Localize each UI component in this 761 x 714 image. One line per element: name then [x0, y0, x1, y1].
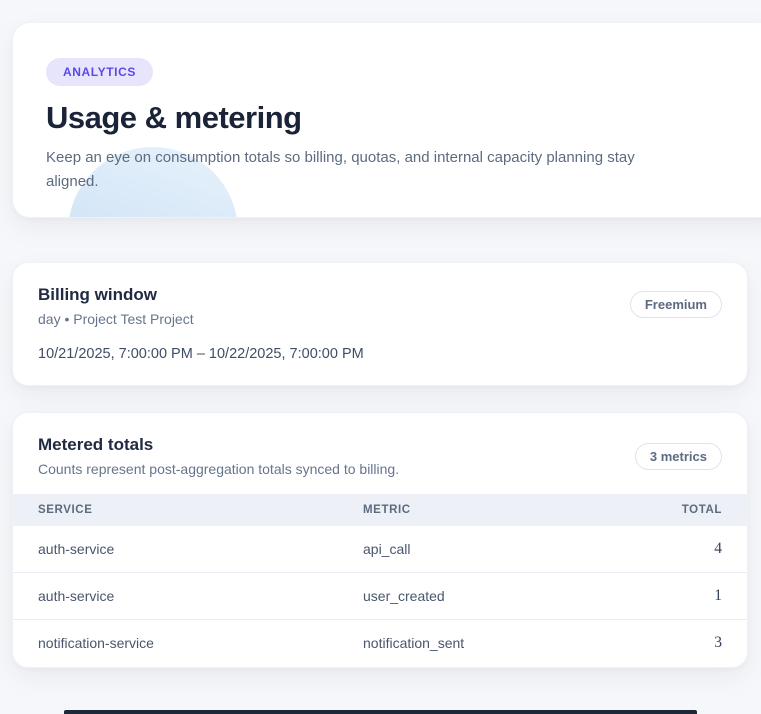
cell-metric: user_created: [338, 573, 588, 620]
analytics-badge: ANALYTICS: [46, 58, 153, 86]
page-title: Usage & metering: [46, 100, 761, 136]
cell-metric: notification_sent: [338, 620, 588, 667]
page: ANALYTICS Usage & metering Keep an eye o…: [0, 0, 761, 714]
metered-totals-subtitle: Counts represent post-aggregation totals…: [38, 461, 722, 477]
billing-window-title: Billing window: [38, 285, 722, 305]
page-description: Keep an eye on consumption totals so bil…: [46, 146, 691, 194]
table-row: auth-service api_call 4: [13, 526, 747, 573]
horizontal-scrollbar-thumb[interactable]: [64, 710, 697, 714]
cell-metric: api_call: [338, 526, 588, 573]
cell-total: 3: [588, 620, 747, 667]
table-row: auth-service user_created 1: [13, 573, 747, 620]
metrics-count-badge: 3 metrics: [635, 443, 722, 470]
plan-badge: Freemium: [630, 291, 722, 318]
metered-totals-title: Metered totals: [38, 435, 722, 455]
column-header-metric: METRIC: [338, 494, 588, 526]
column-header-service: SERVICE: [13, 494, 338, 526]
cell-service: notification-service: [13, 620, 338, 667]
metered-totals-table: SERVICE METRIC TOTAL auth-service api_ca…: [13, 494, 747, 666]
table-header-row: SERVICE METRIC TOTAL: [13, 494, 747, 526]
cell-service: auth-service: [13, 573, 338, 620]
billing-window-subtitle: day • Project Test Project: [38, 311, 722, 327]
column-header-total: TOTAL: [588, 494, 747, 526]
billing-window-card: Freemium Billing window day • Project Te…: [12, 262, 748, 386]
table-row: notification-service notification_sent 3: [13, 620, 747, 667]
billing-date-range: 10/21/2025, 7:00:00 PM – 10/22/2025, 7:0…: [38, 346, 722, 362]
hero-content: ANALYTICS Usage & metering Keep an eye o…: [13, 23, 761, 194]
cell-service: auth-service: [13, 526, 338, 573]
cell-total: 1: [588, 573, 747, 620]
metered-totals-card: 3 metrics Metered totals Counts represen…: [12, 412, 748, 668]
cell-total: 4: [588, 526, 747, 573]
hero-card: ANALYTICS Usage & metering Keep an eye o…: [12, 22, 761, 218]
